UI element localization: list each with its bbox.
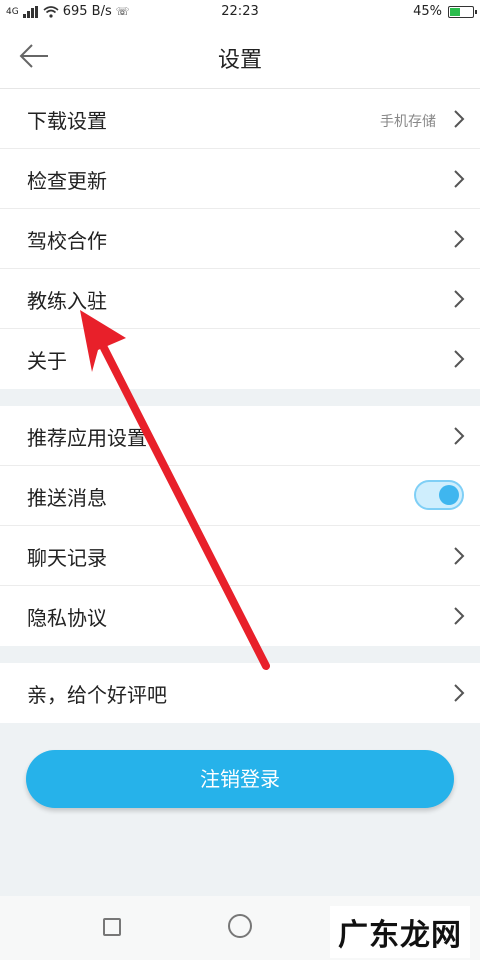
chevron-right-icon bbox=[454, 427, 465, 445]
row-label: 教练入驻 bbox=[27, 289, 107, 313]
battery-icon bbox=[448, 5, 477, 18]
watermark-logo: 广东龙网 bbox=[330, 906, 470, 958]
system-nav-bar: 广东龙网 bbox=[0, 896, 480, 960]
status-bar: 4G 695 B/s ☏ 22:23 45% bbox=[0, 0, 480, 24]
row-label: 关于 bbox=[27, 349, 67, 373]
logout-button[interactable]: 注销登录 bbox=[26, 750, 454, 808]
settings-group-1: 下载设置 手机存储 检查更新 驾校合作 教练入驻 关于 bbox=[0, 89, 480, 389]
chevron-right-icon bbox=[454, 350, 465, 368]
row-chat-history[interactable]: 聊天记录 bbox=[0, 526, 480, 586]
title-bar: 设置 bbox=[0, 24, 480, 89]
row-rate-app[interactable]: 亲，给个好评吧 bbox=[0, 663, 480, 723]
battery-fill bbox=[450, 7, 460, 16]
chevron-right-icon bbox=[454, 684, 465, 702]
row-privacy-policy[interactable]: 隐私协议 bbox=[0, 586, 480, 646]
row-label: 推送消息 bbox=[27, 486, 107, 510]
chevron-right-icon bbox=[454, 110, 465, 128]
row-label: 检查更新 bbox=[27, 169, 107, 193]
chevron-right-icon bbox=[454, 607, 465, 625]
row-school-cooperation[interactable]: 驾校合作 bbox=[0, 209, 480, 269]
status-right: 45% bbox=[413, 4, 477, 19]
toggle-knob bbox=[439, 485, 459, 505]
settings-group-2: 推荐应用设置 推送消息 聊天记录 隐私协议 bbox=[0, 406, 480, 646]
push-toggle[interactable] bbox=[414, 480, 464, 510]
recents-button[interactable] bbox=[103, 918, 121, 936]
chevron-right-icon bbox=[454, 547, 465, 565]
row-about[interactable]: 关于 bbox=[0, 329, 480, 389]
chevron-right-icon bbox=[454, 230, 465, 248]
chevron-right-icon bbox=[454, 170, 465, 188]
settings-group-3: 亲，给个好评吧 bbox=[0, 663, 480, 723]
storage-value: 手机存储 bbox=[380, 114, 436, 130]
battery-percent: 45% bbox=[413, 4, 442, 19]
row-download-settings[interactable]: 下载设置 手机存储 bbox=[0, 89, 480, 149]
row-coach-join[interactable]: 教练入驻 bbox=[0, 269, 480, 329]
chevron-right-icon bbox=[454, 290, 465, 308]
row-recommend-apps[interactable]: 推荐应用设置 bbox=[0, 406, 480, 466]
row-label: 驾校合作 bbox=[27, 229, 107, 253]
row-label: 亲，给个好评吧 bbox=[27, 683, 167, 707]
row-label: 隐私协议 bbox=[27, 606, 107, 630]
row-label: 推荐应用设置 bbox=[27, 426, 147, 450]
row-check-update[interactable]: 检查更新 bbox=[0, 149, 480, 209]
row-push-messages: 推送消息 bbox=[0, 466, 480, 526]
row-label: 下载设置 bbox=[27, 109, 107, 133]
row-label: 聊天记录 bbox=[27, 546, 107, 570]
home-button[interactable] bbox=[228, 914, 252, 938]
status-time: 22:23 bbox=[221, 4, 259, 19]
page-title: 设置 bbox=[217, 48, 262, 73]
